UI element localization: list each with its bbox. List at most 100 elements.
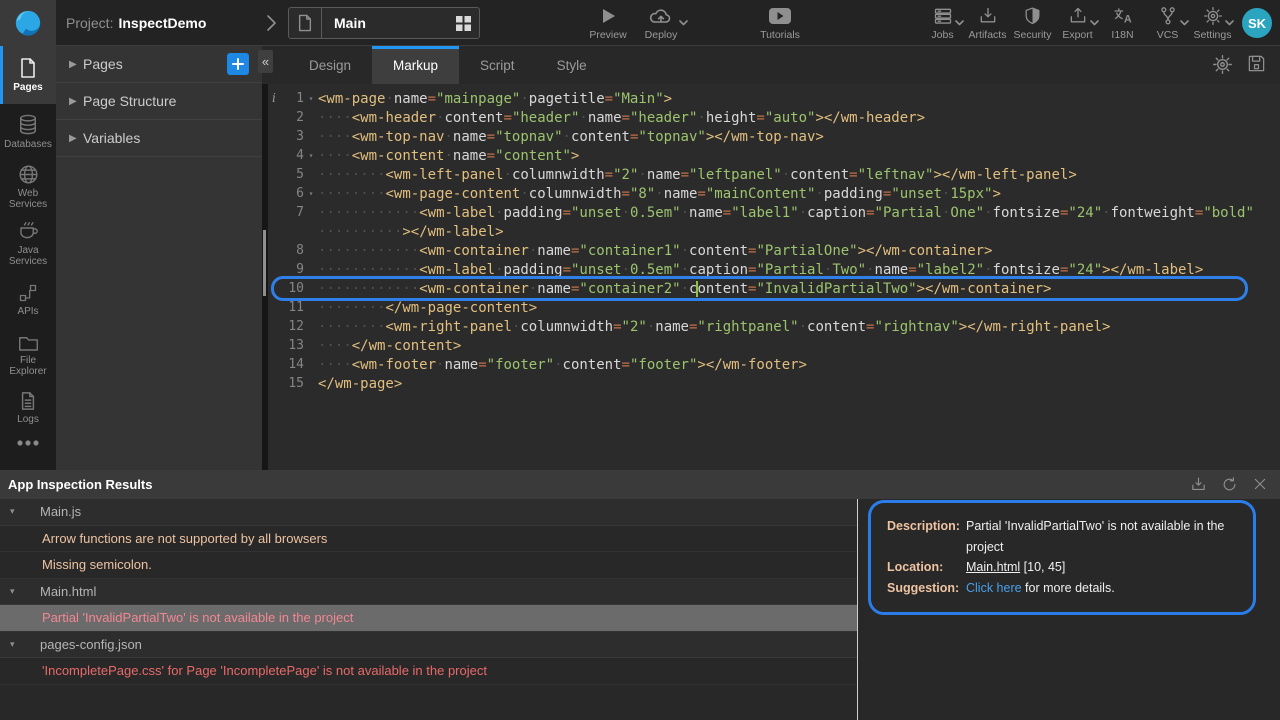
- panel-section-pages[interactable]: ▶ Pages: [56, 46, 262, 83]
- code-line-1[interactable]: 1▾<wm-page·name="mainpage"·pagetitle="Ma…: [268, 89, 1280, 108]
- inspection-error-row[interactable]: Partial 'InvalidPartialTwo' is not avail…: [0, 605, 857, 632]
- rail-item-logs[interactable]: Logs: [0, 383, 56, 433]
- chevron-right-icon: [264, 13, 278, 33]
- inspection-title: App Inspection Results: [8, 477, 152, 492]
- security-button[interactable]: Security: [1010, 5, 1055, 41]
- collapse-panel-button[interactable]: «: [258, 50, 273, 73]
- page-selector-value: Main: [322, 15, 447, 31]
- fold-arrow-icon[interactable]: ▾: [304, 151, 318, 160]
- inspection-group-Main.js[interactable]: ▾Main.js: [0, 499, 857, 526]
- add-page-button[interactable]: [227, 53, 249, 75]
- rail-item-web-services[interactable]: Web Services: [0, 159, 56, 215]
- code-line-13[interactable]: 13····</wm-content>: [268, 336, 1280, 355]
- triangle-down-icon: ▾: [10, 506, 40, 517]
- code-line-2[interactable]: 2····<wm-header·content="header"·name="h…: [268, 108, 1280, 127]
- fold-arrow-icon[interactable]: ▾: [304, 189, 318, 198]
- tab-style[interactable]: Style: [536, 46, 608, 84]
- play-icon: [599, 5, 617, 27]
- wavemaker-studio: Project: InspectDemo Main Preview: [0, 0, 1280, 720]
- panel-section-variables[interactable]: ▶ Variables: [56, 120, 262, 157]
- code-line-14[interactable]: 14····<wm-footer·name="footer"·content="…: [268, 355, 1280, 374]
- document-icon: [19, 391, 37, 411]
- code-line-10[interactable]: 10············<wm-container·name="contai…: [268, 279, 1280, 298]
- server-icon: [933, 5, 953, 27]
- chevron-down-icon: [1225, 20, 1234, 26]
- save-icon[interactable]: [1247, 54, 1266, 75]
- code-line-12[interactable]: 12········<wm-right-panel·columnwidth="2…: [268, 317, 1280, 336]
- fold-arrow-icon[interactable]: ▾: [304, 94, 318, 103]
- tab-markup[interactable]: Markup: [372, 46, 459, 84]
- suggestion-rest: for more details.: [1022, 581, 1115, 595]
- markup-settings-gear-icon[interactable]: [1212, 54, 1233, 75]
- page-selector[interactable]: Main: [288, 7, 480, 39]
- artifacts-button[interactable]: Artifacts: [965, 5, 1010, 41]
- location-position: [10, 45]: [1020, 560, 1065, 574]
- inspection-error-row[interactable]: 'IncompletePage.css' for Page 'Incomplet…: [0, 658, 857, 685]
- editor-tab-bar: Design Markup Script Style: [268, 46, 1280, 84]
- project-label: Project:: [66, 15, 113, 31]
- close-panel-icon[interactable]: [1252, 476, 1268, 493]
- i18n-button[interactable]: A I18N: [1100, 5, 1145, 41]
- code-lines: 1▾<wm-page·name="mainpage"·pagetitle="Ma…: [268, 89, 1280, 393]
- inspection-warning-row[interactable]: Arrow functions are not supported by all…: [0, 526, 857, 553]
- triangle-down-icon: ▾: [10, 586, 40, 597]
- translate-icon: A: [1112, 5, 1134, 27]
- inspection-warning-row[interactable]: Missing semicolon.: [0, 552, 857, 579]
- tab-script[interactable]: Script: [459, 46, 536, 84]
- tray-upload-icon: [1068, 5, 1088, 27]
- code-line-5[interactable]: 5········<wm-left-panel·columnwidth="2"·…: [268, 165, 1280, 184]
- rail-more-button[interactable]: [0, 433, 56, 473]
- rail-item-apis[interactable]: APIs: [0, 272, 56, 327]
- panel-section-page-structure[interactable]: ▶ Page Structure: [56, 83, 262, 120]
- export-button[interactable]: Export: [1055, 5, 1100, 41]
- code-line-9[interactable]: 9············<wm-label·padding="unset·0.…: [268, 260, 1280, 279]
- user-avatar[interactable]: SK: [1242, 8, 1272, 38]
- app-inspection-panel: App Inspection Results ▾Main.jsArrow fun…: [0, 470, 1280, 720]
- rail-item-file-explorer[interactable]: File Explorer: [0, 327, 56, 383]
- code-line-wrap[interactable]: ··········></wm-label>: [268, 222, 1280, 241]
- code-line-7[interactable]: 7············<wm-label·padding="unset·0.…: [268, 203, 1280, 222]
- tutorials-button[interactable]: Tutorials: [755, 5, 805, 41]
- shield-icon: [1023, 5, 1042, 27]
- chevron-down-icon: [1180, 20, 1189, 26]
- code-line-15[interactable]: 15</wm-page>: [268, 374, 1280, 393]
- triangle-down-icon: ▾: [10, 639, 40, 650]
- chevron-down-icon: [955, 20, 964, 26]
- inspection-group-pages-config.json[interactable]: ▾pages-config.json: [0, 632, 857, 659]
- triangle-right-icon: ▶: [69, 59, 83, 70]
- code-line-3[interactable]: 3····<wm-top-nav·name="topnav"·content="…: [268, 127, 1280, 146]
- grid-icon[interactable]: [447, 16, 479, 31]
- deploy-button[interactable]: Deploy: [633, 5, 689, 41]
- preview-button[interactable]: Preview: [583, 5, 633, 41]
- database-icon: [18, 114, 38, 136]
- app-logo[interactable]: [0, 0, 56, 46]
- description-label: Description:: [887, 516, 966, 557]
- code-line-8[interactable]: 8············<wm-container·name="contain…: [268, 241, 1280, 260]
- jobs-button[interactable]: Jobs: [920, 5, 965, 41]
- folder-icon: [18, 334, 39, 352]
- rail-item-pages[interactable]: Pages: [0, 46, 56, 104]
- top-bar: Project: InspectDemo Main Preview: [0, 0, 1280, 46]
- markup-code-editor[interactable]: i 1▾<wm-page·name="mainpage"·pagetitle="…: [268, 84, 1280, 470]
- location-file-link[interactable]: Main.html: [966, 560, 1020, 574]
- tab-design[interactable]: Design: [288, 46, 372, 84]
- description-value: Partial 'InvalidPartialTwo' is not avail…: [966, 516, 1239, 557]
- settings-button[interactable]: Settings: [1190, 5, 1235, 41]
- tray-download-icon: [978, 5, 998, 27]
- download-results-icon[interactable]: [1190, 476, 1207, 493]
- code-line-6[interactable]: 6▾········<wm-page-content·columnwidth="…: [268, 184, 1280, 203]
- refresh-icon[interactable]: [1221, 476, 1238, 493]
- click-here-link[interactable]: Click here: [966, 581, 1022, 595]
- rail-item-java-services[interactable]: Java Services: [0, 215, 56, 272]
- rail-item-databases[interactable]: Databases: [0, 104, 56, 159]
- vcs-button[interactable]: VCS: [1145, 5, 1190, 41]
- project-name: InspectDemo: [118, 15, 206, 31]
- inspection-header: App Inspection Results: [0, 470, 1280, 499]
- splitter-scrollbar-thumb[interactable]: [263, 230, 266, 296]
- inspection-group-Main.html[interactable]: ▾Main.html: [0, 579, 857, 606]
- code-line-4[interactable]: 4▾····<wm-content·name="content">: [268, 146, 1280, 165]
- globe-icon: [18, 164, 39, 185]
- inspection-results-list: ▾Main.jsArrow functions are not supporte…: [0, 499, 857, 685]
- pages-panel: ▶ Pages ▶ Page Structure ▶ Variables: [56, 46, 262, 470]
- code-line-11[interactable]: 11········</wm-page-content>: [268, 298, 1280, 317]
